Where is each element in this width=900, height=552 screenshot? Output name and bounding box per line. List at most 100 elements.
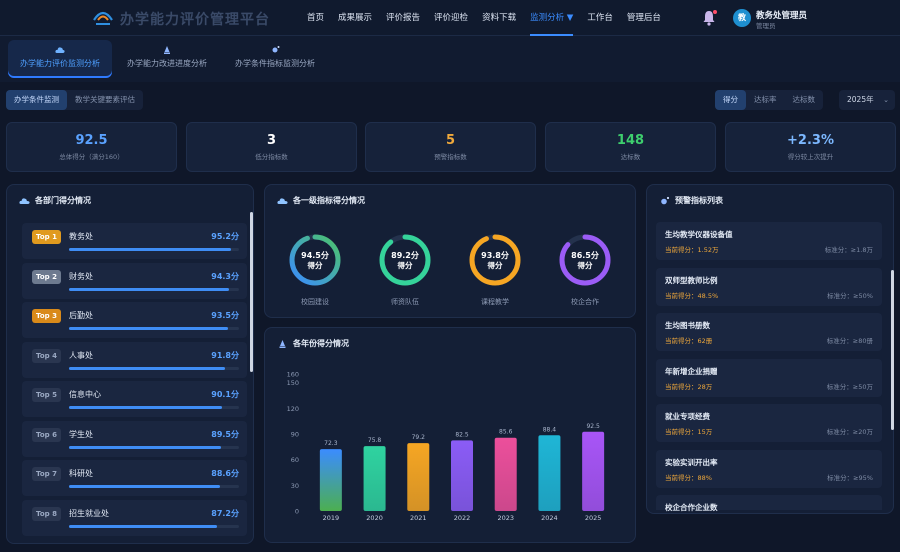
dept-progress-fill	[69, 327, 228, 330]
warning-item[interactable]: 校企合作企业数	[656, 495, 882, 512]
dept-row[interactable]: Top 5 信息中心 90.1分	[22, 381, 247, 417]
warning-item[interactable]: 生均图书册数 当前得分：62册 标准分：≥80册	[656, 313, 882, 351]
tab-capability-monitoring[interactable]: 办学能力评价监测分析	[8, 40, 112, 78]
seg-key-elements[interactable]: 教学关键要素评估	[67, 90, 143, 110]
seg-pass-rate[interactable]: 达标率	[746, 90, 785, 110]
dept-name: 学生处	[69, 429, 93, 439]
warning-item[interactable]: 年新增企业捐赠 当前得分：28万 标准分：≥50万	[656, 358, 882, 397]
seg-score[interactable]: 得分	[715, 90, 746, 110]
warning-item[interactable]: 就业专项经费 当前得分：15万 标准分：≥20万	[656, 404, 882, 442]
warning-item[interactable]: 实验实训开出率 当前得分：88% 标准分：≥95%	[656, 449, 882, 488]
dept-row[interactable]: Top 7 科研处 88.6分	[22, 460, 247, 496]
tab-condition-monitoring[interactable]: 办学条件指标监测分析	[228, 40, 322, 78]
rank-badge: Top 5	[32, 388, 61, 402]
bar-value-label: 92.5	[586, 423, 600, 430]
warning-item[interactable]: 双师型教师比例 当前得分：48.5% 标准分：≥50%	[656, 267, 882, 306]
warning-name: 生均图书册数	[665, 321, 710, 330]
nav-item[interactable]: 评价迎检	[427, 0, 475, 36]
avatar[interactable]: 教	[733, 9, 751, 27]
dept-progress-track	[69, 524, 239, 528]
main-nav: 首页 成果展示 评价报告 评价迎检 资料下载 监测分析 ▼ 工作台 管理后台	[300, 0, 668, 36]
indicator-gauge: 89.2分 得分 师资队伍	[375, 232, 435, 307]
dept-score: 88.6分	[211, 469, 239, 478]
kpi-label: 达标数	[620, 153, 641, 161]
bar	[407, 443, 430, 511]
warning-standard: 标准分：≥20万	[826, 428, 873, 436]
kpi-value: 3	[266, 133, 277, 148]
notification-badge	[713, 10, 717, 14]
nav-item[interactable]: 资料下载	[475, 0, 523, 36]
tab-label: 办学能力评价监测分析	[20, 59, 100, 68]
gauge-ring: 89.2分得分	[379, 234, 431, 286]
y-tick-label: 30	[291, 482, 299, 490]
nav-item[interactable]: 工作台	[580, 0, 620, 36]
indicator-gauge: 93.8分 得分 课程教学	[465, 232, 525, 307]
bar	[582, 431, 605, 511]
dept-row[interactable]: Top 2 财务处 94.3分	[22, 262, 247, 299]
warning-standard: 标准分：≥50万	[826, 382, 873, 391]
warning-scrollbar[interactable]	[891, 270, 894, 430]
dept-score: 90.1分	[211, 390, 239, 399]
kpi-card: 3 低分指标数	[186, 122, 357, 172]
kpi-card: 5 预警指标数	[365, 122, 536, 172]
cloud-icon	[55, 47, 65, 53]
warning-name: 双师型教师比例	[665, 275, 718, 285]
metric-switch: 得分 达标率 达标数	[715, 90, 823, 110]
dept-progress-fill	[69, 445, 222, 449]
dept-score: 95.2分	[211, 232, 239, 241]
warning-item[interactable]: 生均教学仪器设备值 当前得分：1.52万 标准分：≥1.8万	[656, 222, 882, 260]
dept-row[interactable]: Top 1 教务处 95.2分	[22, 223, 247, 259]
dept-row[interactable]: Top 8 招生就业处 87.2分	[22, 499, 247, 536]
yearly-score-chart: 0 30 60 90 120 150160 72.3 2019 75.8 2020 79.2 2021…	[287, 371, 605, 522]
dept-progress-fill	[69, 524, 218, 528]
warning-current: 当前得分：88%	[665, 473, 712, 482]
dept-progress-track	[69, 485, 239, 488]
dept-row[interactable]: Top 6 学生处 89.5分	[22, 420, 247, 457]
dept-row[interactable]: Top 3 后勤处 93.5分	[22, 302, 247, 338]
kpi-value: 92.5	[75, 133, 108, 148]
cloud-icon	[277, 197, 288, 204]
dept-progress-fill	[69, 287, 230, 291]
rank-badge: Top 2	[32, 269, 61, 284]
dept-score-panel: 各部门得分情况 Top 1 教务处 95.2分 Top 2 财务处 94.3分 Top 3 后…	[6, 184, 254, 544]
nav-item[interactable]: 首页	[300, 0, 331, 36]
nav-item[interactable]: 成果展示	[331, 0, 379, 36]
gauge-sub: 得分	[397, 260, 413, 270]
warning-current: 当前得分：28万	[665, 382, 713, 391]
app-title: 办学能力评价管理平台	[120, 12, 270, 28]
nav-item[interactable]: 评价报告	[379, 0, 427, 36]
bell-icon	[164, 46, 170, 54]
x-tick-label: 2022	[454, 514, 471, 522]
y-tick-label: 90	[291, 430, 299, 438]
seg-pass-count[interactable]: 达标数	[785, 90, 824, 110]
kpi-value: 148	[616, 133, 645, 148]
panel-title: 各一级指标得分情况	[277, 195, 365, 206]
sparkle-icon	[272, 46, 280, 53]
nav-item[interactable]: 监测分析 ▼	[523, 0, 580, 36]
seg-condition-monitoring[interactable]: 办学条件监测	[6, 90, 67, 110]
y-tick-label: 120	[287, 405, 299, 413]
dept-score: 89.5分	[211, 429, 239, 439]
nav-item[interactable]: 管理后台	[620, 0, 668, 36]
dept-progress-track	[69, 248, 239, 251]
warning-standard: 标准分：≥50%	[827, 291, 873, 300]
x-tick-label: 2021	[410, 514, 427, 522]
dept-name: 招生就业处	[69, 508, 109, 518]
dept-row[interactable]: Top 4 人事处 91.8分	[22, 341, 247, 378]
warning-standard: 标准分：≥80册	[826, 337, 873, 345]
bar-value-label: 82.5	[455, 431, 469, 438]
bar	[538, 435, 561, 511]
x-tick-label: 2020	[366, 514, 383, 522]
dept-scrollbar[interactable]	[250, 212, 253, 372]
chevron-down-icon: ⌄	[883, 96, 889, 104]
bar	[494, 437, 517, 511]
warning-name: 就业专项经费	[665, 412, 710, 421]
warning-current: 当前得分：48.5%	[665, 291, 719, 300]
gauge-ring: 93.8分得分	[469, 234, 521, 286]
gauge-sub: 得分	[307, 260, 323, 270]
kpi-label: 得分较上次提升	[787, 153, 834, 161]
year-select[interactable]: 2025年 ⌄	[839, 90, 895, 110]
y-tick-label: 60	[291, 456, 299, 464]
tab-improvement-progress[interactable]: 办学能力改进进度分析	[120, 40, 214, 78]
indicator-gauge: 94.5分 得分 校园建设	[285, 232, 345, 307]
